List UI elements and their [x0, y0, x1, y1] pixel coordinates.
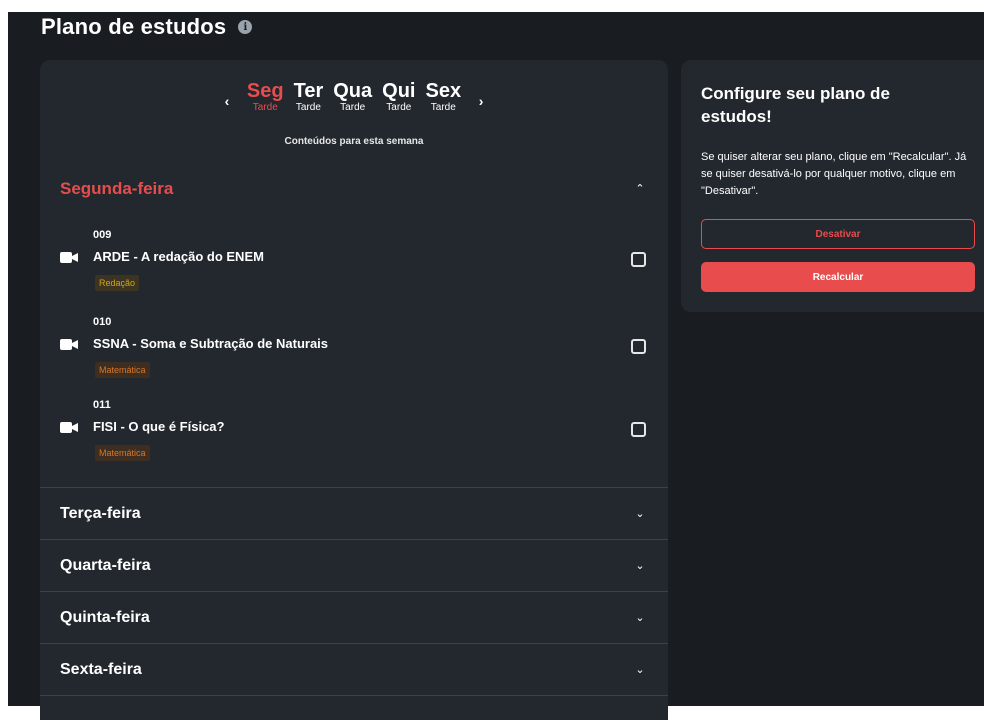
day-section-terca: Terça-feira ⌄ [40, 488, 668, 540]
day-section-header[interactable]: Terça-feira ⌄ [40, 488, 668, 539]
day-section-title: Terça-feira [60, 504, 141, 522]
day-section-title: Sexta-feira [60, 660, 142, 678]
content-number: 011 [93, 399, 111, 411]
study-plan-panel: ‹ Seg Tarde Ter Tarde Qua Tarde Qui Tard… [40, 60, 668, 720]
day-section-quarta: Quarta-feira ⌄ [40, 540, 668, 592]
content-number: 010 [93, 316, 112, 328]
video-camera-icon [60, 422, 78, 433]
complete-checkbox[interactable] [631, 422, 646, 437]
complete-checkbox[interactable] [631, 252, 646, 267]
day-section-title: Quinta-feira [60, 608, 150, 626]
prev-week-button[interactable]: ‹ [212, 86, 242, 116]
day-section-header[interactable]: Sexta-feira ⌄ [40, 644, 668, 695]
day-tab-name: Seg [246, 80, 284, 102]
configure-description: Se quiser alterar seu plano, clique em "… [701, 151, 967, 197]
page-title: Plano de estudos [41, 14, 227, 39]
day-tab-period: Tarde [340, 102, 366, 113]
deactivate-button[interactable]: Desativar [701, 219, 975, 249]
day-section-title: Quarta-feira [60, 556, 151, 574]
info-icon[interactable]: i [238, 20, 253, 34]
content-title[interactable]: FISI - O que é Física? [93, 419, 224, 434]
day-section-header[interactable]: Segunda-feira ⌃ [40, 163, 668, 214]
complete-checkbox[interactable] [631, 339, 646, 354]
next-week-button[interactable]: › [466, 86, 496, 116]
day-tab-qui[interactable]: Qui Tarde [377, 80, 420, 114]
day-tab-qua[interactable]: Qua Tarde [328, 80, 377, 114]
recalculate-button[interactable]: Recalcular [701, 262, 975, 292]
subject-tag: Matemática [95, 362, 150, 378]
day-section-segunda: Segunda-feira ⌃ 009 ARDE - A redação do … [40, 163, 668, 488]
day-tab-seg[interactable]: Seg Tarde [242, 80, 289, 114]
chevron-down-icon[interactable]: ⌄ [632, 663, 648, 676]
content-number: 009 [93, 229, 112, 241]
day-tab-period: Tarde [386, 102, 412, 113]
chevron-down-icon[interactable]: ⌄ [632, 559, 648, 572]
day-tab-period: Tarde [252, 102, 278, 113]
subject-tag: Matemática [95, 445, 150, 461]
configure-title: Configure seu plano de estudos! [701, 84, 890, 126]
video-camera-icon [60, 252, 78, 263]
content-title[interactable]: SSNA - Soma e Subtração de Naturais [93, 336, 328, 351]
day-tab-name: Ter [293, 80, 324, 102]
day-section-quinta: Quinta-feira ⌄ [40, 592, 668, 644]
day-tab-period: Tarde [430, 102, 456, 113]
app-root: Plano de estudos i ‹ Seg Tarde Ter Tarde… [8, 12, 984, 720]
day-section-title: Segunda-feira [60, 178, 174, 198]
subject-tag: Redação [95, 275, 140, 291]
day-section-sexta: Sexta-feira ⌄ [40, 644, 668, 696]
chevron-down-icon[interactable]: ⌄ [632, 611, 648, 624]
day-section-header[interactable]: Quarta-feira ⌄ [40, 540, 668, 591]
video-camera-icon [60, 339, 78, 350]
week-navigator: ‹ Seg Tarde Ter Tarde Qua Tarde Qui Tard… [40, 80, 668, 116]
day-tab-name: Qui [382, 80, 416, 102]
chevron-up-icon[interactable]: ⌃ [632, 182, 648, 195]
day-tab-sex[interactable]: Sex Tarde [420, 80, 466, 114]
day-tab-name: Sex [425, 80, 462, 102]
day-tab-ter[interactable]: Ter Tarde [289, 80, 329, 114]
configure-plan-card: Configure seu plano de estudos! Se quise… [681, 60, 984, 312]
page-header: Plano de estudos i [41, 14, 253, 40]
week-subtitle: Conteúdos para esta semana [284, 136, 424, 147]
chevron-down-icon[interactable]: ⌄ [632, 507, 648, 520]
day-section-header[interactable]: Quinta-feira ⌄ [40, 592, 668, 643]
day-tab-name: Qua [333, 80, 373, 102]
content-title[interactable]: ARDE - A redação do ENEM [93, 249, 264, 264]
day-tab-period: Tarde [295, 102, 321, 113]
